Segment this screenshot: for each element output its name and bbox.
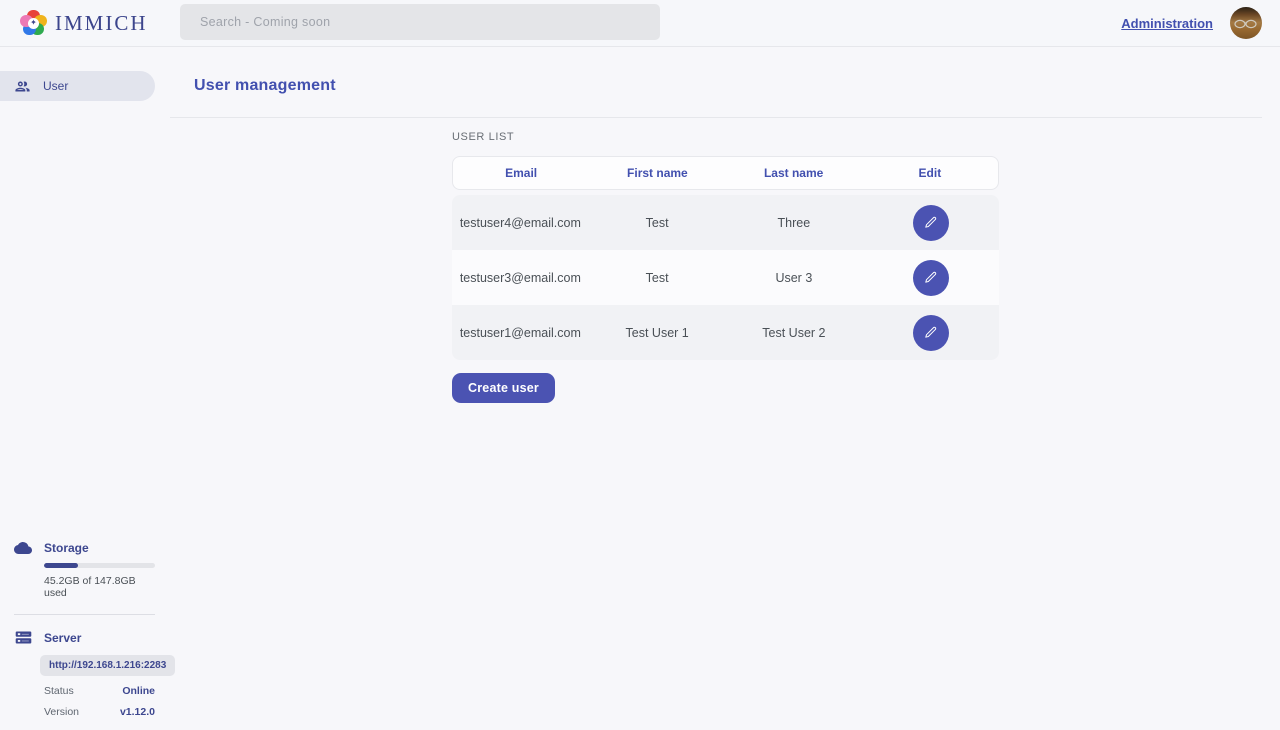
flower-center-star: ✦ (28, 18, 39, 29)
page-title: User management (194, 77, 1262, 95)
version-label: Version (44, 706, 79, 718)
column-header-edit: Edit (862, 166, 998, 180)
column-header-email: Email (453, 166, 589, 180)
pencil-icon (923, 270, 938, 285)
glasses-on-wood (1234, 19, 1258, 29)
column-header-first-name: First name (589, 166, 725, 180)
immich-logo: ✦ IMMICH (20, 10, 148, 37)
table-row: testuser4@email.com Test Three (452, 195, 999, 250)
edit-user-button[interactable] (913, 315, 949, 351)
cell-last-name: User 3 (726, 271, 863, 285)
user-list-area: USER LIST Email First name Last name Edi… (452, 131, 999, 403)
cell-last-name: Three (726, 216, 863, 230)
cell-email: testuser1@email.com (452, 326, 589, 340)
immich-flower-icon: ✦ (20, 10, 47, 37)
page-title-block: User management (170, 47, 1262, 118)
status-label: Status (44, 685, 74, 697)
cell-last-name: Test User 2 (726, 326, 863, 340)
users-group-icon (14, 78, 31, 95)
top-header: ✦ IMMICH Administration (0, 0, 1280, 47)
storage-section: Storage 45.2GB of 147.8GB used (0, 541, 160, 599)
storage-usage-text: 45.2GB of 147.8GB used (44, 575, 160, 599)
table-header-row: Email First name Last name Edit (452, 156, 999, 190)
server-section: Server http://192.168.1.216:2283 Status … (0, 629, 160, 718)
sidebar-footer: Storage 45.2GB of 147.8GB used (0, 541, 160, 730)
column-header-last-name: Last name (726, 166, 862, 180)
edit-user-button[interactable] (913, 260, 949, 296)
administration-link[interactable]: Administration (1121, 16, 1213, 31)
server-status-row: Status Online (44, 685, 155, 697)
cell-first-name: Test (589, 216, 726, 230)
sidebar-item-label: User (43, 79, 68, 93)
user-table-body: testuser4@email.com Test Three testuser3… (452, 195, 999, 360)
table-row: testuser3@email.com Test User 3 (452, 250, 999, 305)
cell-first-name: Test (589, 271, 726, 285)
search-input[interactable] (180, 4, 660, 40)
cell-email: testuser3@email.com (452, 271, 589, 285)
footer-divider (14, 614, 155, 615)
main-panel: User management USER LIST Email First na… (170, 47, 1280, 730)
pencil-icon (923, 215, 938, 230)
server-version-row: Version v1.12.0 (44, 706, 155, 718)
edit-user-button[interactable] (913, 205, 949, 241)
sidebar-item-users[interactable]: User (0, 71, 155, 101)
pencil-icon (923, 325, 938, 340)
user-avatar[interactable] (1230, 7, 1262, 39)
version-value: v1.12.0 (120, 706, 155, 718)
server-url: http://192.168.1.216:2283 (40, 655, 175, 676)
user-list-label: USER LIST (452, 131, 999, 143)
cell-first-name: Test User 1 (589, 326, 726, 340)
table-row: testuser1@email.com Test User 1 Test Use… (452, 305, 999, 360)
server-title: Server (44, 631, 81, 645)
status-value: Online (122, 685, 155, 697)
logo-wordmark: IMMICH (55, 11, 148, 36)
admin-sidebar: User Storage 45.2GB of 147.8GB used (0, 47, 170, 730)
cell-email: testuser4@email.com (452, 216, 589, 230)
storage-progress-fill (44, 563, 78, 568)
storage-progress-bar (44, 563, 155, 568)
storage-title: Storage (44, 541, 89, 555)
create-user-button[interactable]: Create user (452, 373, 555, 403)
server-icon (14, 629, 32, 646)
cloud-icon (14, 541, 32, 555)
